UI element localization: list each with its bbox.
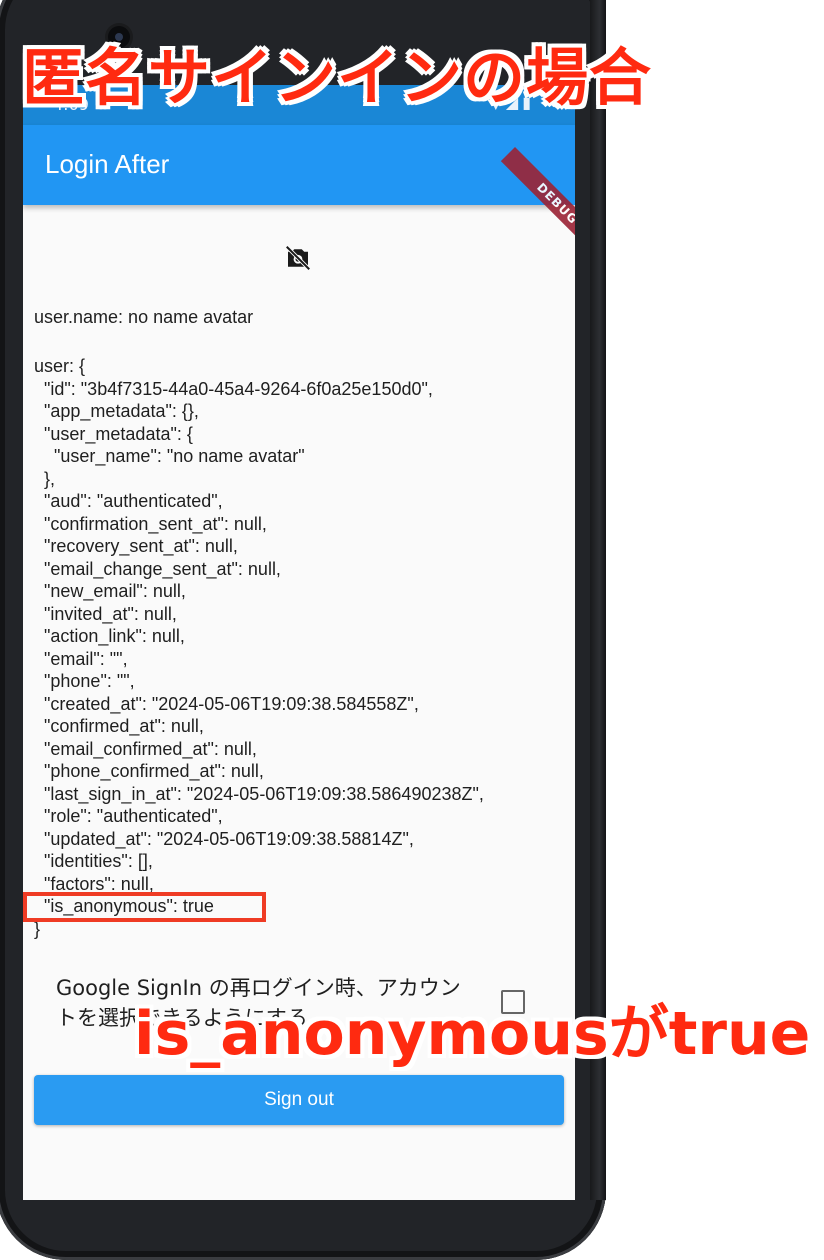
app-bar: Login After <box>23 125 575 205</box>
annotation-note: is_anonymousがtrue <box>134 999 811 1069</box>
annotation-title: 匿名サインインの場合 <box>22 41 653 114</box>
sign-out-button[interactable]: Sign out <box>34 1075 564 1125</box>
page-title: Login After <box>45 149 170 179</box>
user-name-line: user.name: no name avatar <box>34 307 254 327</box>
is-anonymous-highlight <box>23 892 266 922</box>
user-json-text: user: { "id": "3b4f7315-44a0-45a4-9264-6… <box>34 356 484 939</box>
no-photography-icon <box>285 245 311 271</box>
